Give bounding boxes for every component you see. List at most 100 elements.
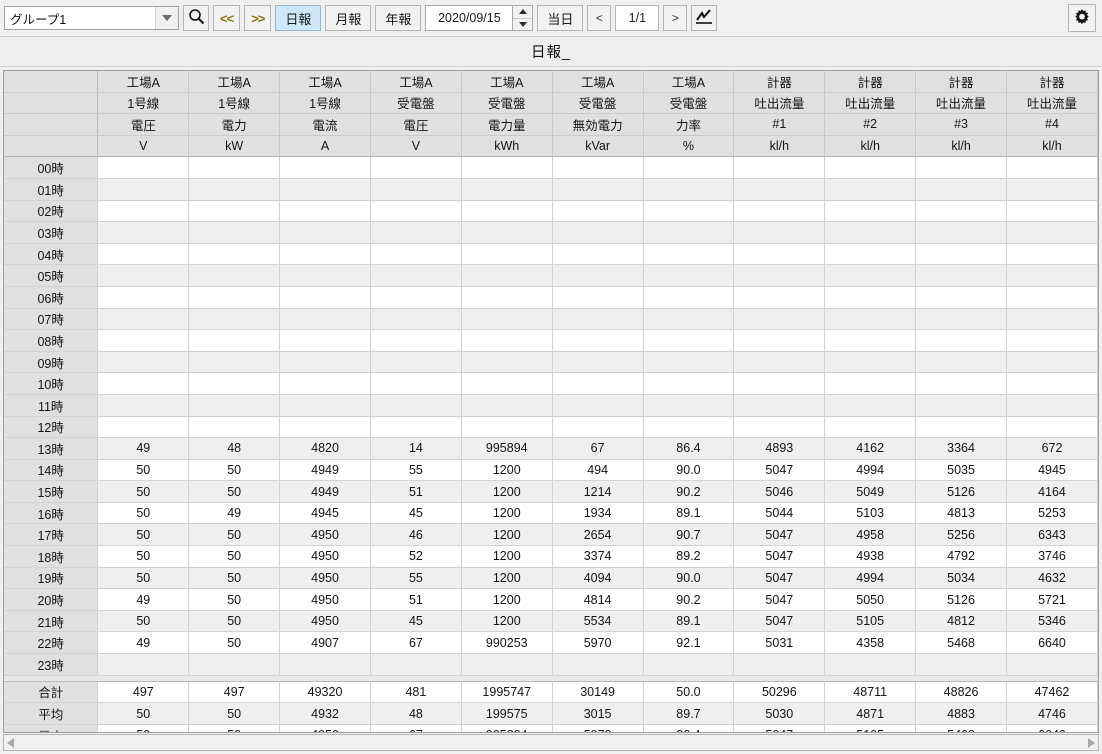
tab-yearly-report[interactable]: 年報 — [375, 5, 421, 31]
scroll-left-arrow-icon[interactable] — [7, 738, 14, 748]
table-cell: 90.0 — [643, 567, 734, 589]
trend-chart-button[interactable] — [691, 5, 717, 31]
next-group-button[interactable]: >> — [244, 5, 271, 31]
prev-group-button[interactable]: << — [213, 5, 240, 31]
table-cell: 49 — [98, 632, 189, 654]
table-cell: 4950 — [280, 610, 371, 632]
group-select-arrow[interactable] — [155, 7, 178, 29]
table-header-row: VkWAVkWhkVar%kl/hkl/hkl/hkl/h — [4, 135, 1098, 157]
row-label: 最大 — [4, 724, 98, 733]
table-cell: 90.0 — [643, 459, 734, 481]
table-cell — [189, 286, 280, 308]
table-cell: 4814 — [552, 589, 643, 611]
table-cell — [643, 157, 734, 179]
table-cell: 2654 — [552, 524, 643, 546]
table-cell — [643, 654, 734, 676]
search-button[interactable] — [183, 5, 209, 31]
table-cell: 4883 — [916, 703, 1007, 725]
table-cell: 5044 — [734, 502, 825, 524]
table-cell: 55 — [370, 567, 461, 589]
table-cell — [916, 286, 1007, 308]
table-cell: 4813 — [916, 502, 1007, 524]
table-cell: 50 — [98, 524, 189, 546]
table-cell: 5970 — [552, 632, 643, 654]
column-header-cell: 吐出流量 — [734, 92, 825, 114]
tab-daily-report[interactable]: 日報 — [275, 5, 321, 31]
table-cell — [825, 265, 916, 287]
page-next-button[interactable]: > — [663, 5, 687, 31]
group-select[interactable]: グループ1 — [4, 6, 179, 30]
table-row: 19時50504950551200409490.0504749945034463… — [4, 567, 1098, 589]
table-cell — [189, 394, 280, 416]
table-cell — [461, 373, 552, 395]
today-button[interactable]: 当日 — [537, 5, 583, 31]
horizontal-scrollbar[interactable] — [3, 734, 1099, 751]
table-cell: 5030 — [734, 703, 825, 725]
table-cell: 4632 — [1006, 567, 1097, 589]
table-cell: 5050 — [825, 589, 916, 611]
table-row: 07時 — [4, 308, 1098, 330]
table-cell — [643, 308, 734, 330]
table-cell: 5046 — [734, 481, 825, 503]
scrollbar-track[interactable] — [14, 735, 1088, 750]
page-prev-button[interactable]: < — [587, 5, 611, 31]
table-cell: 5047 — [734, 567, 825, 589]
table-corner-cell — [4, 92, 98, 114]
table-cell: 50 — [189, 524, 280, 546]
table-cell: 50 — [98, 502, 189, 524]
table-cell: 1200 — [461, 459, 552, 481]
table-header-row: 電圧電力電流電圧電力量無効電力力率#1#2#3#4 — [4, 114, 1098, 136]
search-icon — [188, 8, 205, 28]
row-label: 09時 — [4, 351, 98, 373]
table-cell: 5534 — [552, 610, 643, 632]
table-cell — [916, 265, 1007, 287]
table-cell: 497 — [98, 681, 189, 703]
table-cell — [1006, 654, 1097, 676]
table-cell — [98, 157, 189, 179]
table-row: 15時50504949511200121490.2504650495126416… — [4, 481, 1098, 503]
table-cell: 50 — [98, 459, 189, 481]
column-header-cell: 吐出流量 — [825, 92, 916, 114]
table-cell — [98, 416, 189, 438]
table-cell — [643, 416, 734, 438]
table-cell — [98, 200, 189, 222]
row-label: 12時 — [4, 416, 98, 438]
date-spinner-down[interactable] — [513, 19, 532, 31]
table-row: 06時 — [4, 286, 1098, 308]
table-cell — [734, 373, 825, 395]
table-cell — [461, 351, 552, 373]
table-cell — [1006, 178, 1097, 200]
table-cell — [552, 308, 643, 330]
table-cell — [734, 308, 825, 330]
table-cell — [461, 394, 552, 416]
table-cell: 4893 — [734, 438, 825, 460]
table-cell: 50296 — [734, 681, 825, 703]
table-cell — [916, 222, 1007, 244]
table-cell — [825, 178, 916, 200]
table-cell — [370, 416, 461, 438]
table-cell: 5034 — [916, 567, 1007, 589]
table-body: 00時01時02時03時04時05時06時07時08時09時10時11時12時1… — [4, 157, 1098, 733]
table-cell: 50 — [189, 610, 280, 632]
table-cell: 1200 — [461, 567, 552, 589]
tab-monthly-report[interactable]: 月報 — [325, 5, 371, 31]
date-picker[interactable]: 2020/09/15 — [425, 5, 533, 31]
table-cell — [734, 416, 825, 438]
table-cell: 6343 — [1006, 524, 1097, 546]
page-title: 日報_ — [0, 37, 1102, 67]
column-header-cell: 工場A — [280, 71, 371, 92]
table-cell — [916, 308, 1007, 330]
date-input[interactable]: 2020/09/15 — [425, 5, 513, 31]
settings-button[interactable] — [1068, 4, 1096, 32]
date-spinner[interactable] — [513, 5, 533, 31]
column-header-cell: 受電盤 — [552, 92, 643, 114]
table-cell: 90.2 — [643, 481, 734, 503]
table-row: 05時 — [4, 265, 1098, 287]
scroll-right-arrow-icon[interactable] — [1088, 738, 1095, 748]
table-cell: 45 — [370, 502, 461, 524]
table-cell: 4994 — [825, 459, 916, 481]
date-spinner-up[interactable] — [513, 6, 532, 18]
column-header-cell: 電流 — [280, 114, 371, 136]
table-cell: 5035 — [916, 459, 1007, 481]
table-cell — [825, 200, 916, 222]
